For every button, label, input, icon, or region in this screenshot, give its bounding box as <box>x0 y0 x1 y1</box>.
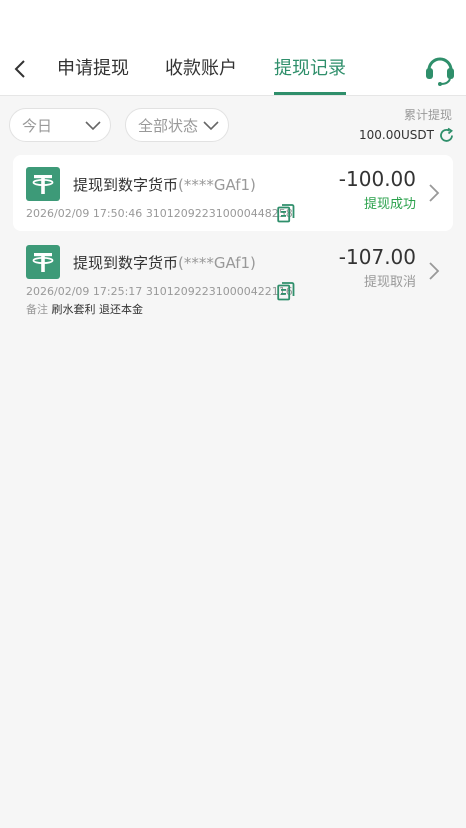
record-amount: -100.00 <box>338 167 416 191</box>
tab-apply-withdraw[interactable]: 申请提现 <box>57 56 129 82</box>
date-filter-label: 今日 <box>22 116 53 135</box>
record-meta: 2026/02/09 17:50:46 31012092231000044825… <box>26 207 293 220</box>
record-note: 备注 刷水套利 退还本金 <box>26 301 143 317</box>
top-bar: 申请提现 收款账户 提现记录 <box>0 0 466 96</box>
record-note-text: 刷水套利 退还本金 <box>51 303 144 316</box>
record-title: 提现到数字货币(****GAf1) <box>73 252 256 273</box>
record-amount: -107.00 <box>338 245 416 269</box>
record-order-no: 310120922310000448258 <box>145 207 293 220</box>
chevron-right-icon <box>429 184 440 202</box>
record-meta: 2026/02/09 17:25:17 31012092231000042211… <box>26 285 293 298</box>
customer-service-button[interactable] <box>424 52 456 86</box>
record-account-masked: (****GAf1) <box>178 254 256 272</box>
headset-icon <box>426 57 454 86</box>
refresh-icon[interactable] <box>438 127 455 144</box>
usdt-icon <box>26 245 60 279</box>
status-filter[interactable]: 全部状态 <box>125 108 229 142</box>
tab-withdraw-records[interactable]: 提现记录 <box>274 56 346 82</box>
record-account-masked: (****GAf1) <box>178 176 256 194</box>
total-withdrawn-value: 100.00USDT <box>359 128 434 142</box>
back-button[interactable] <box>8 56 32 82</box>
record-status: 提现成功 <box>363 197 416 212</box>
active-tab-indicator <box>274 92 346 95</box>
record-card[interactable]: 提现到数字货币(****GAf1) 2026/02/09 17:50:46 31… <box>13 155 453 231</box>
status-filter-label: 全部状态 <box>138 116 199 135</box>
copy-icon[interactable] <box>277 282 295 301</box>
chevron-right-icon <box>429 262 440 280</box>
chevron-down-icon <box>85 121 101 131</box>
record-datetime: 2026/02/09 17:50:46 <box>26 207 143 220</box>
record-datetime: 2026/02/09 17:25:17 <box>26 285 143 298</box>
tab-receiving-accounts[interactable]: 收款账户 <box>165 56 237 82</box>
record-title-text: 提现到数字货币 <box>73 254 179 272</box>
total-withdrawn-label: 累计提现 <box>403 108 452 122</box>
record-order-no: 310120922310000422116 <box>145 285 293 298</box>
record-card[interactable]: 提现到数字货币(****GAf1) 2026/02/09 17:25:17 31… <box>13 233 453 323</box>
record-title-text: 提现到数字货币 <box>73 176 179 194</box>
record-status: 提现取消 <box>363 275 416 290</box>
usdt-icon <box>26 167 60 201</box>
chevron-left-icon <box>14 60 25 78</box>
record-note-label: 备注 <box>26 303 48 316</box>
date-filter[interactable]: 今日 <box>9 108 111 142</box>
chevron-down-icon <box>203 121 219 131</box>
copy-icon[interactable] <box>277 204 295 223</box>
record-title: 提现到数字货币(****GAf1) <box>73 174 256 195</box>
